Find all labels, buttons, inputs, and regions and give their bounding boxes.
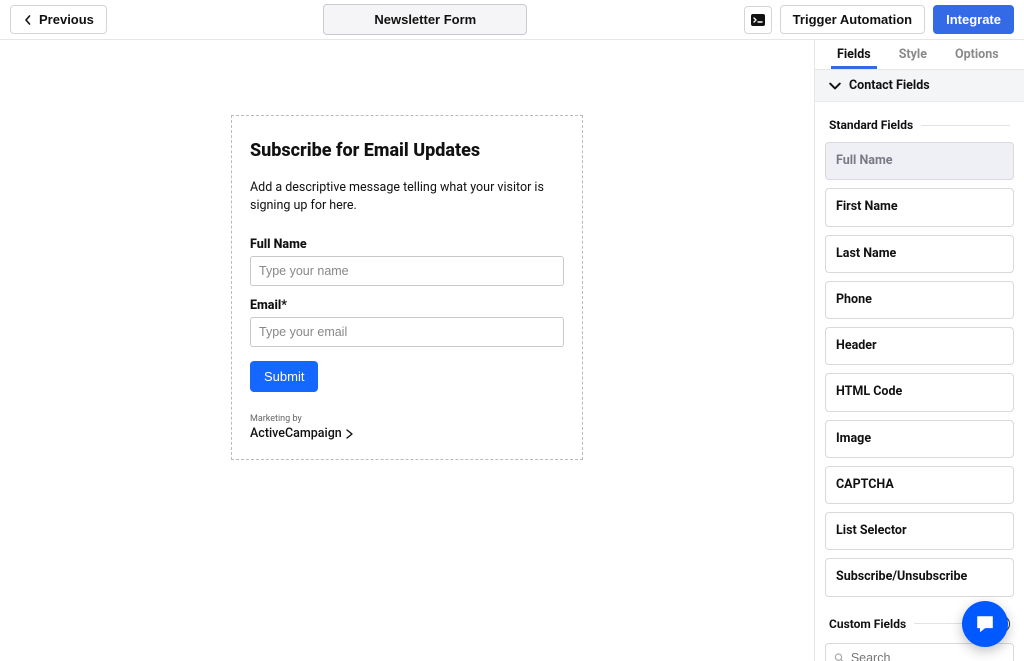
chevron-down-icon — [829, 80, 841, 92]
submit-button[interactable]: Submit — [250, 361, 318, 392]
submit-label: Submit — [264, 369, 304, 384]
tab-options[interactable]: Options — [955, 41, 999, 68]
field-item-list-selector[interactable]: List Selector — [825, 512, 1014, 550]
standard-fields-heading: Standard Fields — [829, 118, 1010, 132]
custom-field-search-input[interactable] — [851, 651, 1005, 661]
previous-button[interactable]: Previous — [10, 5, 107, 34]
tab-fields[interactable]: Fields — [837, 41, 871, 68]
field-item-header[interactable]: Header — [825, 327, 1014, 365]
form-name: Newsletter Form — [374, 12, 476, 27]
full-name-label: Full Name — [250, 237, 564, 252]
trigger-automation-label: Trigger Automation — [793, 12, 912, 27]
chevron-left-icon — [23, 15, 33, 25]
field-item-last-name[interactable]: Last Name — [825, 235, 1014, 273]
previous-label: Previous — [39, 12, 94, 27]
chat-bubble-button[interactable] — [962, 601, 1008, 647]
field-item-full-name[interactable]: Full Name — [825, 142, 1014, 180]
field-item-first-name[interactable]: First Name — [825, 188, 1014, 226]
form-description: Add a descriptive message telling what y… — [250, 179, 564, 215]
form-name-button[interactable]: Newsletter Form — [323, 4, 527, 35]
email-input[interactable] — [250, 317, 564, 347]
section-contact-fields[interactable]: Contact Fields — [815, 70, 1024, 102]
form-title: Subscribe for Email Updates — [250, 140, 564, 161]
form-field-full-name[interactable]: Full Name — [250, 237, 564, 286]
integrate-button[interactable]: Integrate — [933, 5, 1014, 34]
topbar: Previous Newsletter Form Trigger Automat… — [0, 0, 1024, 40]
terminal-icon — [750, 12, 766, 28]
activecampaign-logo: ActiveCampaign — [250, 426, 564, 441]
search-icon — [834, 652, 845, 661]
email-label: Email* — [250, 298, 564, 313]
field-item-image[interactable]: Image — [825, 420, 1014, 458]
form-preview[interactable]: Subscribe for Email Updates Add a descri… — [231, 115, 583, 460]
field-item-html-code[interactable]: HTML Code — [825, 373, 1014, 411]
trigger-automation-button[interactable]: Trigger Automation — [780, 5, 925, 34]
terminal-icon-button[interactable] — [744, 6, 772, 34]
sidebar: Fields Style Options Contact Fields Stan… — [814, 40, 1024, 661]
field-item-captcha[interactable]: CAPTCHA — [825, 466, 1014, 504]
chat-icon — [974, 613, 996, 635]
form-canvas: Subscribe for Email Updates Add a descri… — [0, 40, 814, 661]
chevron-right-icon — [346, 429, 354, 439]
sidebar-tabs: Fields Style Options — [815, 40, 1024, 70]
tab-style[interactable]: Style — [899, 41, 927, 68]
full-name-input[interactable] — [250, 256, 564, 286]
integrate-label: Integrate — [946, 12, 1001, 27]
marketing-by-label: Marketing by — [250, 414, 564, 424]
field-item-phone[interactable]: Phone — [825, 281, 1014, 319]
form-field-email[interactable]: Email* — [250, 298, 564, 347]
field-item-subscribe-unsubscribe[interactable]: Subscribe/Unsubscribe — [825, 558, 1014, 596]
